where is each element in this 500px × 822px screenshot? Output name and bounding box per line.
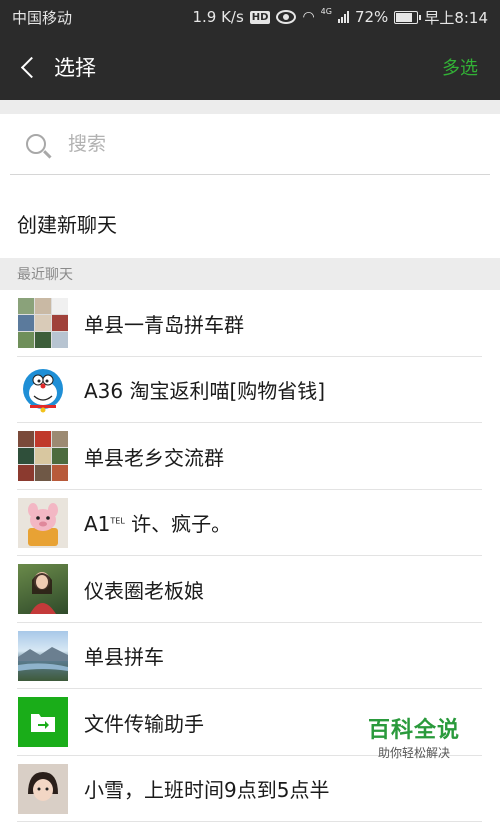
signal-icon xyxy=(338,11,349,23)
watermark-logo: 百科全说 助你轻松解决 xyxy=(368,712,460,761)
title-bar: 选择 多选 xyxy=(0,34,500,100)
chat-name: 仪表圈老板娘 xyxy=(84,575,204,604)
doraemon-avatar-icon xyxy=(18,365,68,415)
tel-superscript: TEL xyxy=(110,517,124,526)
header-divider xyxy=(0,100,500,114)
chat-name: A1TEL 许、疯子。 xyxy=(84,508,231,537)
network-speed: 1.9 K/s xyxy=(192,8,243,26)
clock: 早上8:14 xyxy=(424,7,488,28)
status-indicators: 1.9 K/s HD ◠ 4G 72% 早上8:14 xyxy=(192,7,488,28)
chat-name: 小雪，上班时间9点到5点半 xyxy=(84,774,329,803)
chat-item[interactable]: 单县一青岛拼车群 xyxy=(0,290,500,357)
chat-item[interactable]: A36 淘宝返利喵[购物省钱] xyxy=(0,357,500,424)
watermark-title: 百科全说 xyxy=(368,712,460,744)
chat-name: 单县拼车 xyxy=(84,641,164,670)
status-bar: 中国移动 1.9 K/s HD ◠ 4G 72% 早上8:14 xyxy=(0,0,500,34)
person-avatar-icon xyxy=(18,764,68,814)
network-type: 4G xyxy=(321,7,332,16)
chat-name-rest: 许、疯子。 xyxy=(125,512,231,536)
chat-item[interactable]: A1TEL 许、疯子。 xyxy=(0,490,500,557)
wifi-icon: ◠ xyxy=(302,9,314,25)
chat-item[interactable]: 仪表圈老板娘 xyxy=(0,556,500,623)
toy-avatar-icon xyxy=(18,498,68,548)
battery-fill xyxy=(396,13,412,22)
search-icon xyxy=(26,134,46,154)
watermark-subtitle: 助你轻松解决 xyxy=(368,744,460,761)
page-title: 选择 xyxy=(54,52,442,82)
eye-icon xyxy=(276,10,296,24)
group-avatar-icon xyxy=(18,298,68,348)
group-avatar-icon xyxy=(18,431,68,481)
hd-icon: HD xyxy=(250,11,271,24)
chat-name: 文件传输助手 xyxy=(84,708,204,737)
battery-percent: 72% xyxy=(355,8,388,26)
chat-name: A36 淘宝返利喵[购物省钱] xyxy=(84,375,325,404)
back-arrow-icon xyxy=(20,56,41,77)
search-input[interactable] xyxy=(66,132,450,156)
carrier-label: 中国移动 xyxy=(12,7,72,28)
chat-item[interactable]: 单县老乡交流群 xyxy=(0,423,500,490)
back-button[interactable] xyxy=(0,34,54,100)
chat-item[interactable]: 单县拼车 xyxy=(0,623,500,690)
chat-name-prefix: A1 xyxy=(84,512,110,536)
search-bar[interactable] xyxy=(10,114,490,175)
recent-chats-header: 最近聊天 xyxy=(0,258,500,290)
landscape-avatar-icon xyxy=(18,631,68,681)
multi-select-button[interactable]: 多选 xyxy=(442,54,500,80)
chat-item[interactable]: 小雪，上班时间9点到5点半 xyxy=(0,756,500,822)
chat-name: 单县一青岛拼车群 xyxy=(84,309,244,338)
battery-icon xyxy=(394,11,418,24)
person-avatar-icon xyxy=(18,564,68,614)
create-new-chat-button[interactable]: 创建新聊天 xyxy=(0,188,500,258)
file-transfer-icon xyxy=(18,697,68,747)
chat-name: 单县老乡交流群 xyxy=(84,442,224,471)
